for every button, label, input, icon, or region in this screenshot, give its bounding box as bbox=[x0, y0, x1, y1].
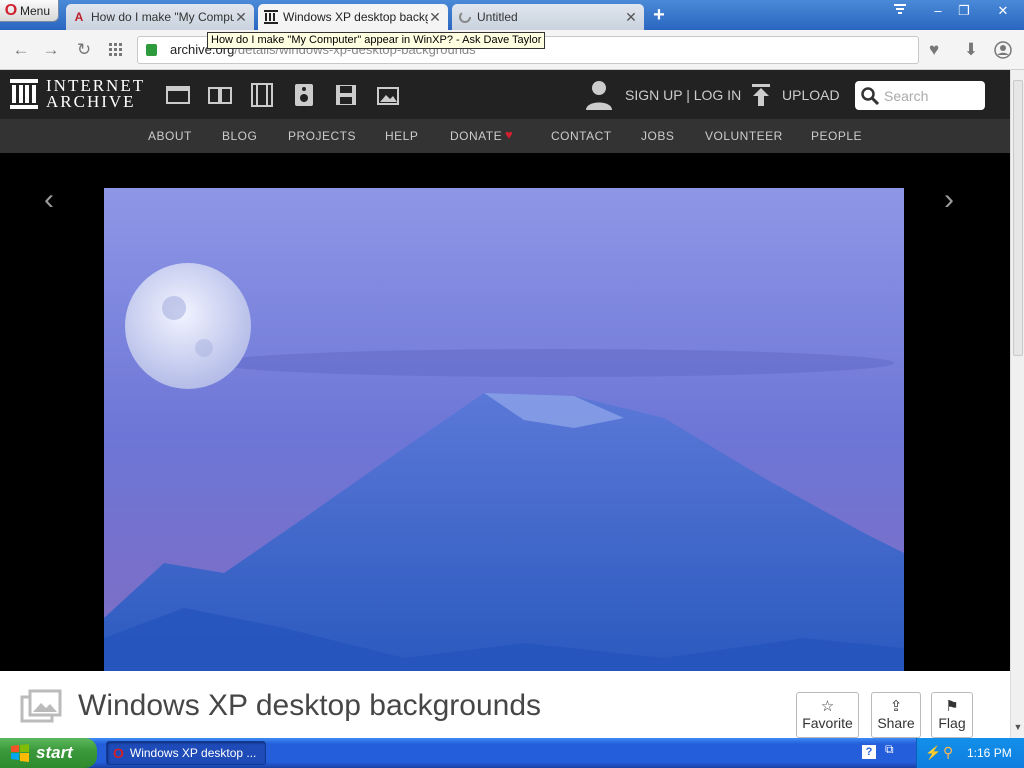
images-icon[interactable] bbox=[376, 83, 400, 107]
windows-taskbar: start O Windows XP desktop ... ? ⧉ ⚡ ⚲ 1… bbox=[0, 738, 1024, 768]
opera-icon: O bbox=[113, 745, 124, 761]
archive-icon bbox=[264, 10, 278, 24]
opera-menu-button[interactable]: O Menu bbox=[0, 0, 59, 22]
scroll-down-arrow-icon[interactable]: ▼ bbox=[1012, 722, 1024, 736]
new-tab-plus-icon[interactable]: + bbox=[650, 5, 668, 25]
flag-button[interactable]: ⚑ Flag bbox=[931, 692, 973, 738]
archive-search-input[interactable]: Search bbox=[855, 81, 985, 110]
share-icon: ⇪ bbox=[889, 698, 903, 715]
close-window-icon[interactable]: ✕ bbox=[988, 2, 1018, 20]
tab-untitled[interactable]: Untitled ✕ bbox=[452, 4, 644, 30]
nav-about[interactable]: ABOUT bbox=[148, 129, 192, 143]
software-disk-icon[interactable] bbox=[334, 83, 358, 107]
task-label: Windows XP desktop ... bbox=[129, 746, 257, 760]
archive-building-icon bbox=[10, 79, 38, 109]
ask-dave-icon: A bbox=[74, 10, 84, 24]
nav-volunteer[interactable]: VOLUNTEER bbox=[705, 129, 783, 143]
next-arrow-icon[interactable]: › bbox=[944, 183, 954, 217]
user-avatar-icon[interactable] bbox=[586, 80, 612, 110]
donate-heart-icon: ♥ bbox=[505, 127, 513, 142]
audio-speaker-icon[interactable] bbox=[292, 83, 316, 107]
minimize-icon[interactable]: – bbox=[926, 2, 950, 20]
star-icon: ☆ bbox=[820, 698, 835, 715]
tab-ask-dave[interactable]: A How do I make "My Computer ✕ bbox=[66, 4, 254, 30]
tab-title: How do I make "My Computer bbox=[91, 10, 234, 24]
previous-arrow-icon[interactable]: ‹ bbox=[44, 183, 54, 217]
upload-arrow-icon[interactable] bbox=[751, 84, 771, 106]
flag-icon: ⚑ bbox=[945, 698, 959, 715]
nav-projects[interactable]: PROJECTS bbox=[288, 129, 356, 143]
clock: 1:16 PM bbox=[967, 746, 1012, 760]
opera-logo-icon: O bbox=[4, 1, 18, 19]
network-icon[interactable]: ⚡ bbox=[925, 745, 941, 761]
tab-tooltip: How do I make "My Computer" appear in Wi… bbox=[207, 32, 546, 49]
tab-title: Untitled bbox=[477, 10, 518, 24]
nav-help[interactable]: HELP bbox=[385, 129, 418, 143]
account-icon[interactable] bbox=[992, 39, 1014, 61]
video-film-icon[interactable] bbox=[250, 83, 274, 107]
nav-blog[interactable]: BLOG bbox=[222, 129, 257, 143]
search-placeholder: Search bbox=[884, 87, 929, 104]
download-icon[interactable]: ⬇ bbox=[960, 39, 982, 61]
sign-up-log-in-link[interactable]: SIGN UP | LOG IN bbox=[625, 87, 741, 103]
internet-archive-logo[interactable]: INTERNET ARCHIVE bbox=[10, 76, 146, 111]
search-icon bbox=[861, 86, 879, 105]
wallpaper-image[interactable] bbox=[104, 188, 904, 738]
system-tray: ⚡ ⚲ 1:16 PM bbox=[916, 738, 1024, 768]
restore-windows-icon[interactable]: ⧉ bbox=[885, 742, 894, 757]
maximize-icon[interactable]: ❐ bbox=[952, 2, 976, 20]
menu-label: Menu bbox=[20, 3, 51, 18]
close-icon[interactable]: ✕ bbox=[428, 9, 442, 26]
start-button[interactable]: start bbox=[0, 738, 97, 768]
lock-icon bbox=[146, 44, 157, 56]
nav-jobs[interactable]: JOBS bbox=[641, 129, 674, 143]
start-label: start bbox=[36, 743, 73, 762]
tab-windows-xp-backgrounds[interactable]: Windows XP desktop backgro ✕ bbox=[258, 4, 448, 30]
image-item-icon bbox=[20, 689, 62, 723]
tab-list-icon[interactable] bbox=[888, 2, 912, 20]
archive-nav: ABOUT BLOG PROJECTS HELP DONATE ♥ CONTAC… bbox=[0, 119, 1010, 153]
close-icon[interactable]: ✕ bbox=[234, 9, 248, 26]
scrollbar-thumb[interactable] bbox=[1013, 80, 1023, 356]
nav-contact[interactable]: CONTACT bbox=[551, 129, 612, 143]
back-arrow-icon[interactable]: ← bbox=[10, 39, 32, 61]
web-icon[interactable] bbox=[166, 83, 190, 107]
search-tray-icon[interactable]: ⚲ bbox=[943, 744, 953, 761]
loading-icon bbox=[458, 10, 472, 24]
share-button[interactable]: ⇪ Share bbox=[871, 692, 921, 738]
tab-title: Windows XP desktop backgro bbox=[283, 10, 428, 24]
nav-donate[interactable]: DONATE bbox=[450, 129, 502, 143]
speed-dial-grid-icon[interactable] bbox=[105, 39, 127, 61]
nav-people[interactable]: PEOPLE bbox=[811, 129, 862, 143]
taskbar-opera-window[interactable]: O Windows XP desktop ... bbox=[106, 741, 266, 765]
screen: O Menu A How do I make "My Computer ✕ Wi… bbox=[0, 0, 1024, 768]
texts-book-icon[interactable] bbox=[208, 83, 232, 107]
item-title-band: Windows XP desktop backgrounds ☆ Favorit… bbox=[0, 671, 1010, 738]
archive-header: INTERNET ARCHIVE SIGN UP | LOG IN UPLOAD… bbox=[0, 70, 1010, 119]
item-title: Windows XP desktop backgrounds bbox=[78, 689, 542, 722]
logo-text: INTERNET ARCHIVE bbox=[46, 76, 146, 111]
favorite-button[interactable]: ☆ Favorite bbox=[796, 692, 859, 738]
windows-flag-icon bbox=[11, 744, 29, 762]
reload-icon[interactable]: ↻ bbox=[73, 39, 95, 61]
forward-arrow-icon[interactable]: → bbox=[40, 39, 62, 61]
heart-bookmark-icon[interactable]: ♥ bbox=[923, 39, 945, 61]
browser-tab-strip: O Menu A How do I make "My Computer ✕ Wi… bbox=[0, 0, 1024, 30]
help-icon[interactable]: ? bbox=[862, 745, 876, 759]
close-icon[interactable]: ✕ bbox=[624, 9, 638, 26]
page-scrollbar[interactable]: ▼ bbox=[1010, 70, 1024, 738]
upload-link[interactable]: UPLOAD bbox=[782, 87, 840, 103]
